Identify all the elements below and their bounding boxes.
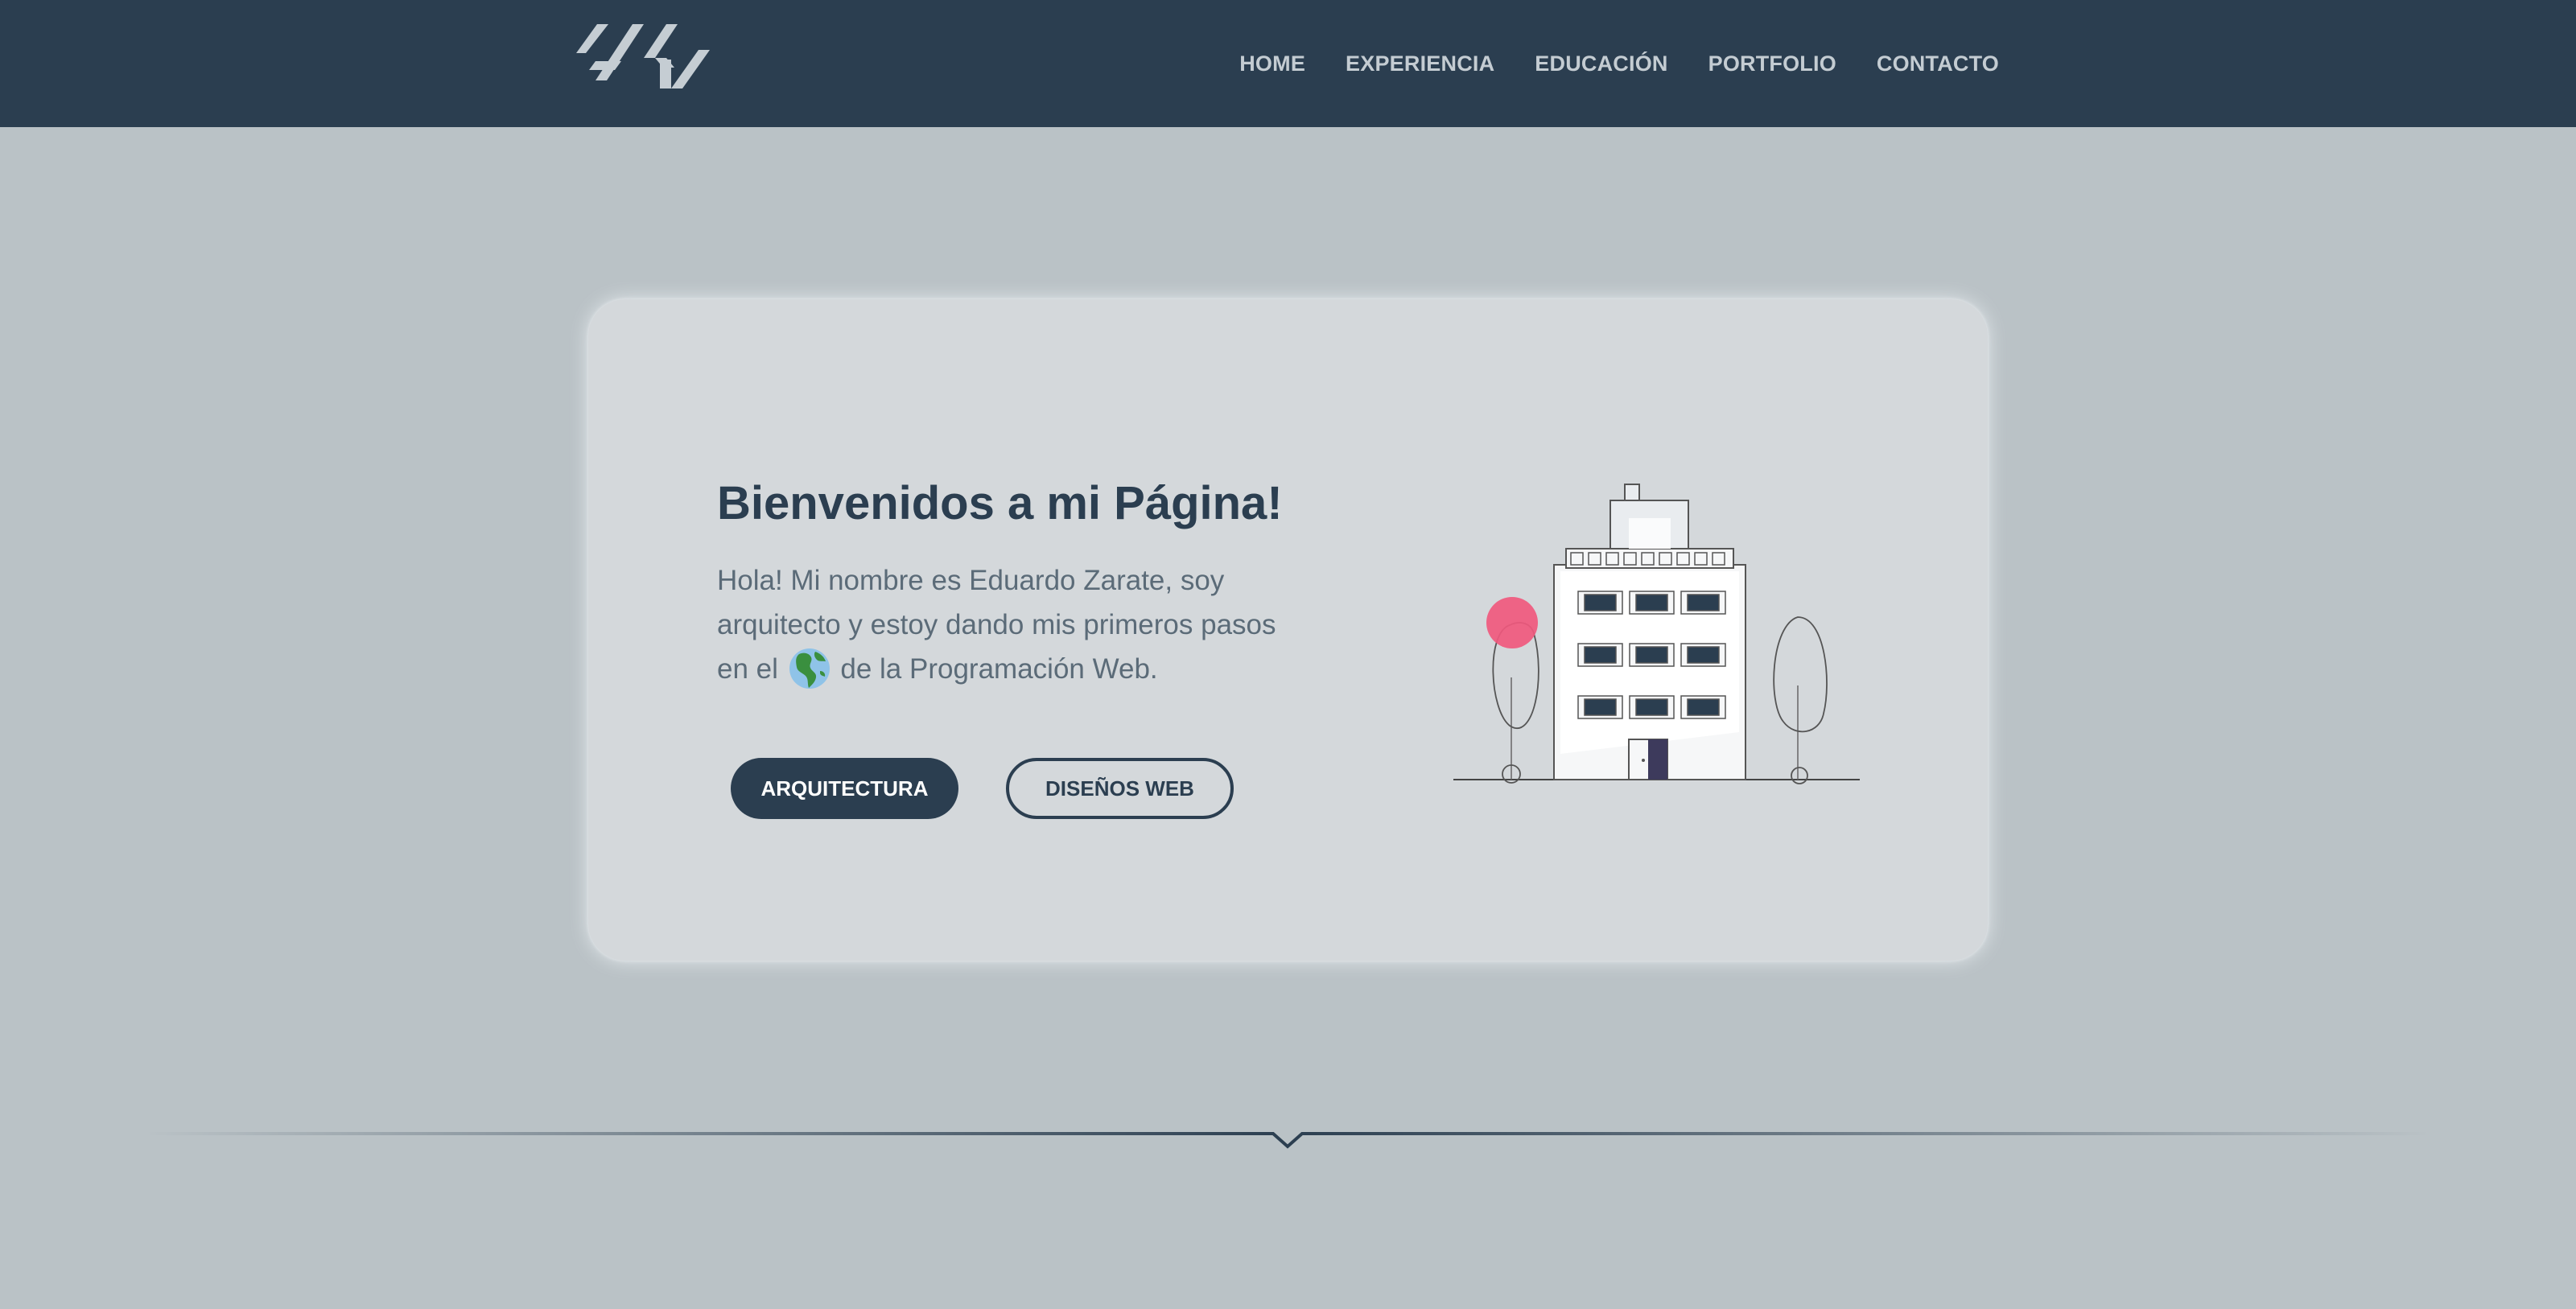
top-navbar: HOME EXPERIENCIA EDUCACIÓN PORTFOLIO CON… [0,0,2576,127]
globe-americas-icon [789,648,830,689]
hero-title: Bienvenidos a mi Página! [717,477,1283,529]
nav-portfolio-link[interactable]: PORTFOLIO [1708,51,1836,76]
hero-intro-text: Hola! Mi nombre es Eduardo Zarate, soy a… [717,558,1313,691]
nav-experiencia-link[interactable]: EXPERIENCIA [1346,51,1494,76]
section-divider [145,1132,2430,1149]
main-nav: HOME EXPERIENCIA EDUCACIÓN PORTFOLIO CON… [1239,0,1999,127]
disenos-web-button[interactable]: DISEÑOS WEB [1006,758,1234,819]
nav-home-link[interactable]: HOME [1239,51,1305,76]
arquitectura-button[interactable]: ARQUITECTURA [731,758,958,819]
nav-contacto-link[interactable]: CONTACTO [1877,51,1999,76]
hero-card: Bienvenidos a mi Página! Hola! Mi nombre… [588,299,1988,961]
nav-educacion-link[interactable]: EDUCACIÓN [1535,51,1667,76]
building-illustration-icon [1453,484,1860,784]
hero-intro-text-part2: de la Programación Web. [840,653,1158,685]
logo-icon[interactable] [576,24,710,103]
